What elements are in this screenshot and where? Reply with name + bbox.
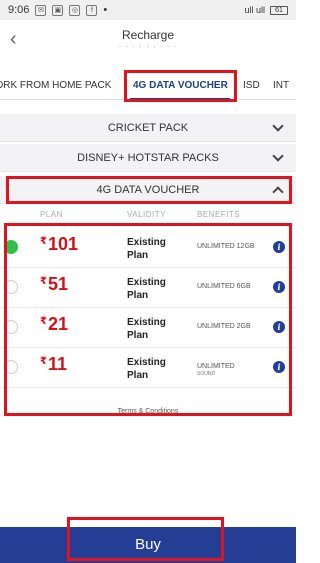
- buy-button-label: Buy: [135, 536, 161, 553]
- plan-price-value: 21: [47, 314, 68, 334]
- section-disney-hotstar-packs[interactable]: DISNEY+ HOTSTAR PACKS: [0, 144, 296, 172]
- plan-benefit: UNLIMITED 12GB: [197, 243, 255, 250]
- plan-price: ₹51: [40, 274, 68, 295]
- plan-validity: Existing Plan: [127, 317, 166, 341]
- tab-int[interactable]: INT: [273, 72, 289, 99]
- status-bar: 9:06 ✉ ▣ ◎ f • ull ull 61: [0, 0, 296, 20]
- tab-isd[interactable]: ISD: [243, 72, 260, 99]
- app-header: ‹ Recharge · · · · · · · · ·: [0, 20, 296, 60]
- column-header-plan: PLAN: [40, 210, 63, 219]
- sms-icon: ✉: [35, 4, 47, 16]
- plan-price-value: 51: [47, 274, 68, 294]
- plan-row[interactable]: ₹51 Existing Plan UNLIMITED 6GB i: [0, 268, 296, 308]
- plan-row[interactable]: ₹101 Existing Plan UNLIMITED 12GB i: [0, 228, 296, 268]
- plan-benefit-sub: SOUND: [197, 371, 216, 377]
- section-title: DISNEY+ HOTSTAR PACKS: [77, 152, 219, 164]
- plan-row[interactable]: ₹21 Existing Plan UNLIMITED 2GB i: [0, 308, 296, 348]
- rupee-symbol: ₹: [40, 316, 47, 327]
- section-title: 4G DATA VOUCHER: [96, 184, 200, 196]
- plan-benefit: UNLIMITED: [197, 363, 235, 370]
- info-icon[interactable]: i: [273, 281, 285, 293]
- plan-validity: Existing Plan: [127, 357, 166, 381]
- photo-icon: ▣: [52, 4, 64, 16]
- plan-validity: Existing Plan: [127, 237, 166, 261]
- whatsapp-icon: ◎: [69, 4, 81, 16]
- plan-price: ₹21: [40, 314, 68, 335]
- facebook-icon: f: [86, 4, 98, 16]
- column-header-benefits: BENEFITS: [197, 210, 241, 219]
- info-icon[interactable]: i: [273, 361, 285, 373]
- section-title: CRICKET PACK: [107, 122, 189, 134]
- section-cricket-pack[interactable]: CRICKET PACK: [0, 114, 296, 142]
- plan-radio[interactable]: [4, 280, 18, 294]
- plan-benefit: UNLIMITED 2GB: [197, 323, 251, 330]
- plan-radio[interactable]: [4, 320, 18, 334]
- dot-icon: •: [103, 4, 108, 16]
- plan-benefit: UNLIMITED 6GB: [197, 283, 251, 290]
- section-4g-data-voucher[interactable]: 4G DATA VOUCHER: [0, 176, 296, 204]
- page-subtitle: · · · · · · · · ·: [118, 42, 178, 51]
- rupee-symbol: ₹: [40, 276, 47, 287]
- battery-icon: 61: [270, 5, 288, 15]
- signal-icon: ull ull: [244, 5, 265, 15]
- buy-button[interactable]: Buy: [0, 527, 296, 563]
- rupee-symbol: ₹: [40, 236, 47, 247]
- tab-work-from-home-pack[interactable]: WORK FROM HOME PACK: [0, 72, 111, 99]
- info-icon[interactable]: i: [273, 321, 285, 333]
- plan-price: ₹11: [40, 354, 67, 375]
- plan-price-value: 101: [47, 234, 79, 254]
- rupee-symbol: ₹: [40, 356, 47, 367]
- plan-row[interactable]: ₹11 Existing Plan UNLIMITED SOUND i: [0, 348, 296, 388]
- page-title: Recharge: [121, 28, 175, 42]
- plan-validity: Existing Plan: [127, 277, 166, 301]
- terms-link[interactable]: Terms & Conditions: [0, 408, 296, 415]
- plan-radio[interactable]: [4, 360, 18, 374]
- tab-4g-data-voucher[interactable]: 4G DATA VOUCHER: [133, 72, 228, 99]
- plan-price-value: 11: [47, 354, 67, 374]
- column-header-validity: VALIDITY: [127, 210, 166, 219]
- active-tab-indicator: [130, 98, 230, 99]
- plan-price: ₹101: [40, 234, 78, 255]
- plan-radio-selected[interactable]: [4, 240, 18, 254]
- plan-category-tabs: WORK FROM HOME PACK 4G DATA VOUCHER ISD …: [0, 72, 296, 100]
- status-time: 9:06: [8, 4, 30, 16]
- info-icon[interactable]: i: [273, 241, 285, 253]
